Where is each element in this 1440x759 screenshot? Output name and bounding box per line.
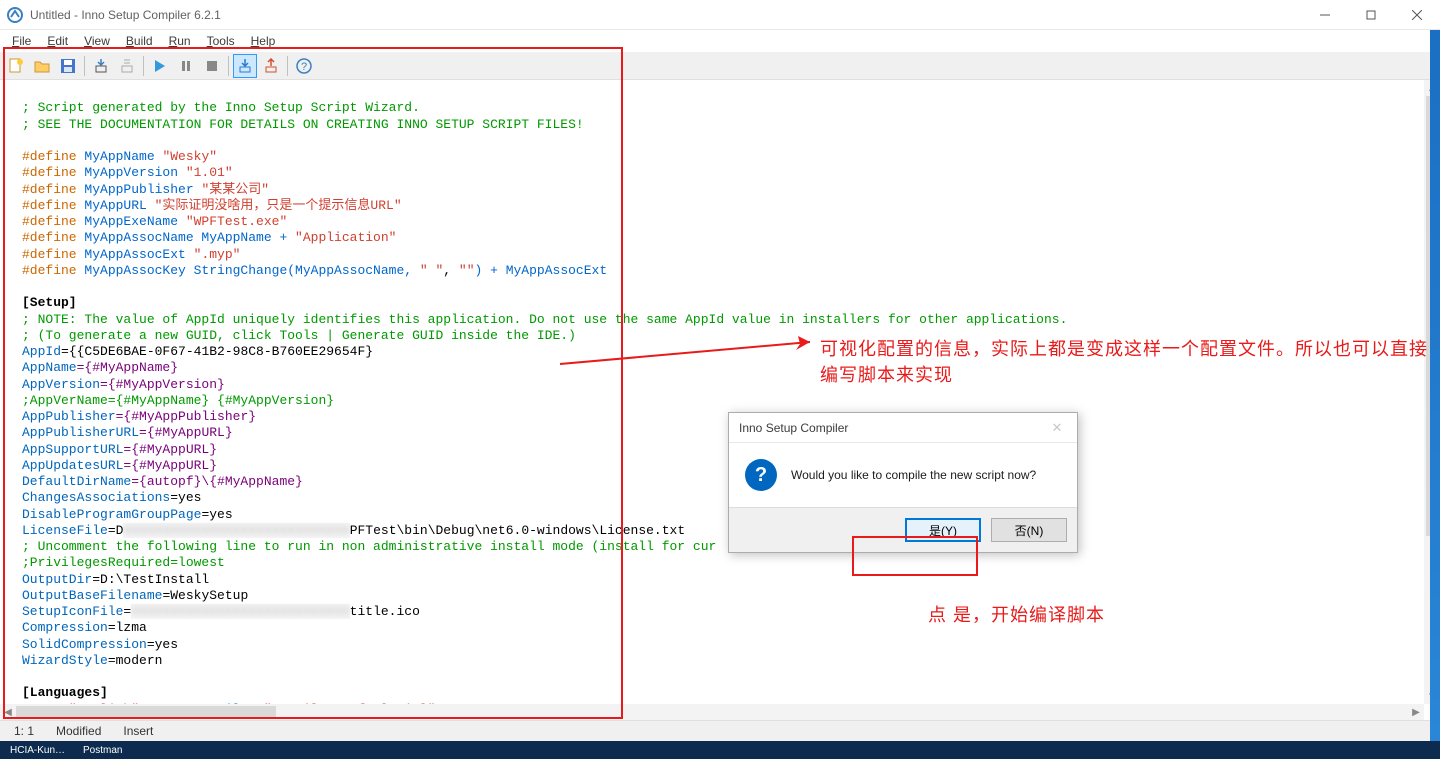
new-button[interactable] xyxy=(4,54,28,78)
dialog-title: Inno Setup Compiler xyxy=(739,421,848,435)
horizontal-scrollbar[interactable]: ◀ ▶ xyxy=(0,704,1424,720)
dialog-titlebar: Inno Setup Compiler ✕ xyxy=(729,413,1077,443)
no-button[interactable]: 否(N) xyxy=(991,518,1067,542)
taskbar-item[interactable]: HCIA-Kun… xyxy=(4,745,71,756)
scroll-left-icon[interactable]: ◀ xyxy=(0,705,16,721)
menu-help[interactable]: Help xyxy=(243,32,284,50)
titlebar: Untitled - Inno Setup Compiler 6.2.1 xyxy=(0,0,1440,30)
dialog-message: Would you like to compile the new script… xyxy=(791,468,1036,482)
scroll-right-icon[interactable]: ▶ xyxy=(1408,704,1424,720)
close-icon[interactable]: ✕ xyxy=(1047,420,1067,436)
step-into-button[interactable] xyxy=(233,54,257,78)
status-modified: Modified xyxy=(50,724,107,738)
compile-dialog: Inno Setup Compiler ✕ ? Would you like t… xyxy=(728,412,1078,553)
annotation-text: 点 是，开始编译脚本 xyxy=(928,602,1105,628)
menu-tools[interactable]: Tools xyxy=(199,32,243,50)
status-insert-mode: Insert xyxy=(117,724,159,738)
close-button[interactable] xyxy=(1394,0,1440,30)
editor-area: ; Script generated by the Inno Setup Scr… xyxy=(0,80,1440,720)
menu-build[interactable]: Build xyxy=(118,32,161,50)
question-icon: ? xyxy=(745,459,777,491)
open-button[interactable] xyxy=(30,54,54,78)
code-line: ; SEE THE DOCUMENTATION FOR DETAILS ON C… xyxy=(22,117,584,132)
statusbar: 1: 1 Modified Insert xyxy=(0,720,1440,741)
annotation-arrow-icon xyxy=(560,330,820,370)
annotation-box xyxy=(852,536,978,576)
status-cursor-pos: 1: 1 xyxy=(8,724,40,738)
scroll-thumb[interactable] xyxy=(16,706,276,718)
window-title: Untitled - Inno Setup Compiler 6.2.1 xyxy=(30,8,1302,22)
help-button[interactable]: ? xyxy=(292,54,316,78)
desktop-edge xyxy=(1430,30,1440,741)
stop-compile-button[interactable] xyxy=(115,54,139,78)
maximize-button[interactable] xyxy=(1348,0,1394,30)
menu-run[interactable]: Run xyxy=(161,32,199,50)
run-button[interactable] xyxy=(148,54,172,78)
menu-view[interactable]: View xyxy=(76,32,118,50)
stop-button[interactable] xyxy=(200,54,224,78)
svg-text:?: ? xyxy=(301,61,307,73)
menu-file[interactable]: File xyxy=(4,32,39,50)
annotation-text: 可视化配置的信息，实际上都是变成这样一个配置文件。所以也可以直接编写脚本来实现 xyxy=(820,336,1430,388)
code-line: ; Script generated by the Inno Setup Scr… xyxy=(22,100,420,115)
taskbar: HCIA-Kun… Postman xyxy=(0,741,1440,759)
compile-button[interactable] xyxy=(89,54,113,78)
taskbar-item[interactable]: Postman xyxy=(77,745,128,756)
menu-edit[interactable]: Edit xyxy=(39,32,76,50)
save-button[interactable] xyxy=(56,54,80,78)
toolbar: ? xyxy=(0,52,1440,80)
code-editor[interactable]: ; Script generated by the Inno Setup Scr… xyxy=(0,80,1424,704)
step-out-button[interactable] xyxy=(259,54,283,78)
minimize-button[interactable] xyxy=(1302,0,1348,30)
menubar: File Edit View Build Run Tools Help xyxy=(0,30,1440,52)
app-icon xyxy=(6,6,24,24)
pause-button[interactable] xyxy=(174,54,198,78)
